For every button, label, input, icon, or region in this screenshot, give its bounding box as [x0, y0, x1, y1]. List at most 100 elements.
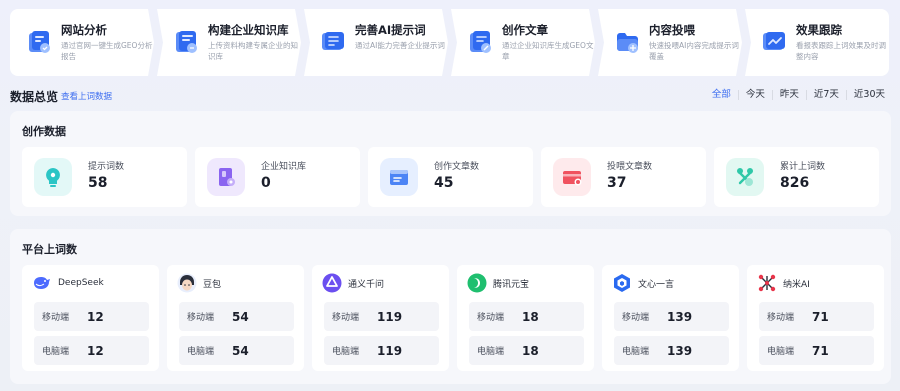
filter-today[interactable]: 今天 [739, 88, 772, 102]
metric-mobile: 移动端 18 [469, 302, 584, 331]
stat-card-prompts[interactable]: 提示词数 58 [22, 147, 187, 207]
platform-card-doubao[interactable]: 豆包 移动端 54 电脑端 54 [167, 265, 304, 371]
deepseek-logo-icon [34, 277, 50, 289]
metric-pc: 电脑端 139 [614, 336, 729, 365]
metric-value: 139 [667, 343, 693, 358]
filter-yesterday[interactable]: 昨天 [773, 88, 806, 102]
platform-name: 通义千问 [348, 279, 385, 290]
stat-label: 提示词数 [88, 162, 125, 172]
step-title: 效果跟踪 [796, 23, 842, 37]
step-desc: 看报表跟踪上词效果及时调整内容 [796, 41, 886, 61]
step-content-feed[interactable]: 内容投喂 快速投喂AI内容完成提示词覆盖 [598, 9, 742, 76]
prompt-count-icon [34, 158, 72, 196]
metric-label: 电脑端 [767, 347, 795, 357]
creation-data-panel: 创作数据 提示词数 58 企业知识库 0 创作文章数 45 投喂文章数 37 累… [10, 111, 891, 216]
stat-card-articles[interactable]: 创作文章数 45 [368, 147, 533, 207]
stat-label: 企业知识库 [261, 162, 307, 172]
fed-article-icon [553, 158, 591, 196]
step-tracking[interactable]: 效果跟踪 看报表跟踪上词效果及时调整内容 [745, 9, 889, 76]
metric-label: 电脑端 [477, 347, 505, 357]
filter-30-days[interactable]: 近30天 [847, 88, 892, 102]
tracking-icon [763, 31, 785, 50]
metric-value: 54 [232, 309, 249, 324]
metric-value: 71 [812, 343, 829, 358]
article-count-icon [380, 158, 418, 196]
yuanbao-logo-icon [467, 273, 487, 293]
knowledge-base-count-icon [207, 158, 245, 196]
platform-card-nami[interactable]: 纳米AI 移动端 71 电脑端 71 [747, 265, 884, 371]
metric-value: 12 [87, 309, 104, 324]
workflow-steps: 网站分析 通过官网一键生成GEO分析报告 构建企业知识库 上传资料构建专属企业的… [10, 9, 892, 76]
platform-card-deepseek[interactable]: DeepSeek 移动端 12 电脑端 12 [22, 265, 159, 371]
overview-title: 数据总览 [10, 90, 59, 104]
metric-value: 71 [812, 309, 829, 324]
metric-mobile: 移动端 54 [179, 302, 294, 331]
step-article[interactable]: 创作文章 通过企业知识库生成GEO文章 [451, 9, 595, 76]
platform-name: 腾讯元宝 [493, 279, 530, 290]
metric-value: 18 [522, 309, 539, 324]
metric-label: 移动端 [332, 313, 360, 323]
platform-card-yuanbao[interactable]: 腾讯元宝 移动端 18 电脑端 18 [457, 265, 594, 371]
stat-value: 0 [261, 175, 271, 191]
metric-mobile: 移动端 12 [34, 302, 149, 331]
stat-value: 37 [607, 175, 627, 191]
platform-keywords-title: 平台上词数 [22, 243, 77, 256]
metric-label: 移动端 [622, 313, 650, 323]
website-analysis-icon [29, 30, 50, 53]
platform-name: 文心一言 [638, 279, 675, 290]
step-desc: 上传资料构建专属企业的知识库 [208, 41, 298, 61]
platform-card-tongyi[interactable]: 通义千问 移动端 119 电脑端 119 [312, 265, 449, 371]
step-desc: 通过AI能力完善企业提示词 [355, 41, 445, 50]
step-title: 内容投喂 [649, 23, 695, 37]
metric-value: 12 [87, 343, 104, 358]
doubao-logo-icon [177, 273, 197, 293]
content-feed-icon [617, 32, 638, 53]
step-knowledge-base[interactable]: 构建企业知识库 上传资料构建专属企业的知识库 [157, 9, 301, 76]
step-title: 网站分析 [61, 23, 107, 37]
step-website-analysis[interactable]: 网站分析 通过官网一键生成GEO分析报告 [10, 9, 154, 76]
step-prompt[interactable]: 完善AI提示词 通过AI能力完善企业提示词 [304, 9, 448, 76]
step-title: 构建企业知识库 [208, 23, 289, 37]
date-filter: 全部 今天 昨天 近7天 近30天 [705, 88, 892, 102]
step-desc: 通过企业知识库生成GEO文章 [502, 41, 594, 61]
step-title: 完善AI提示词 [355, 23, 426, 37]
metric-label: 电脑端 [332, 347, 360, 357]
metric-value: 18 [522, 343, 539, 358]
metric-label: 移动端 [187, 313, 215, 323]
metric-mobile: 移动端 139 [614, 302, 729, 331]
step-desc: 通过官网一键生成GEO分析报告 [61, 41, 153, 61]
stat-card-knowledge-base[interactable]: 企业知识库 0 [195, 147, 360, 207]
metric-mobile: 移动端 119 [324, 302, 439, 331]
platform-card-wenxin[interactable]: 文心一言 移动端 139 电脑端 139 [602, 265, 739, 371]
step-title: 创作文章 [502, 23, 548, 37]
metric-value: 139 [667, 309, 693, 324]
metric-label: 移动端 [767, 313, 795, 323]
stat-card-keywords[interactable]: 累计上词数 826 [714, 147, 879, 207]
article-icon [470, 30, 491, 53]
metric-pc: 电脑端 54 [179, 336, 294, 365]
stat-value: 45 [434, 175, 454, 191]
stat-value: 826 [780, 175, 810, 191]
filter-all[interactable]: 全部 [705, 88, 738, 102]
filter-7-days[interactable]: 近7天 [807, 88, 846, 102]
wenxin-logo-icon [614, 274, 630, 292]
metric-pc: 电脑端 18 [469, 336, 584, 365]
nami-logo-icon [758, 274, 776, 292]
platform-name: 纳米AI [783, 279, 810, 290]
stat-label: 投喂文章数 [607, 162, 653, 172]
creation-data-title: 创作数据 [22, 125, 66, 138]
view-keyword-data-link[interactable]: 查看上词数据 [61, 90, 112, 102]
metric-label: 电脑端 [187, 347, 215, 357]
metric-label: 电脑端 [622, 347, 650, 357]
knowledge-base-icon [176, 30, 197, 53]
metric-label: 电脑端 [42, 347, 70, 357]
metric-value: 119 [377, 343, 403, 358]
stat-value: 58 [88, 175, 108, 191]
metric-mobile: 移动端 71 [759, 302, 874, 331]
stat-card-fed-articles[interactable]: 投喂文章数 37 [541, 147, 706, 207]
keyword-total-icon [726, 158, 764, 196]
prompt-icon [322, 31, 344, 50]
stat-label: 累计上词数 [780, 162, 826, 172]
platform-name: 豆包 [203, 279, 222, 290]
metric-pc: 电脑端 12 [34, 336, 149, 365]
